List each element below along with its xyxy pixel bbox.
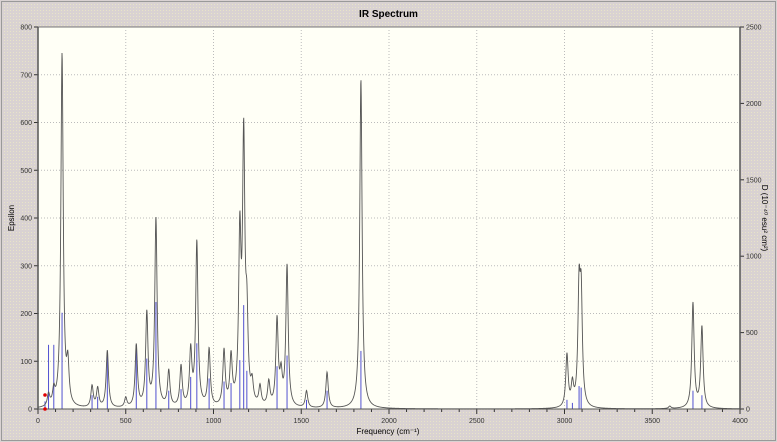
marker-top (43, 393, 47, 397)
y2-tick-label: 2000 (746, 101, 762, 108)
y2-tick-label: 1500 (746, 177, 762, 184)
x-tick-label: 1000 (206, 418, 222, 425)
y2-tick-label: 500 (746, 330, 758, 337)
x-tick-label: 2000 (381, 418, 397, 425)
x-tick-label: 3000 (557, 418, 573, 425)
y2-tick-label: 2500 (746, 25, 762, 32)
y-tick-label: 400 (20, 216, 32, 223)
y2-axis-label: D (10⁻⁴⁰ esu² cm²) (760, 185, 769, 252)
y-tick-label: 300 (20, 263, 32, 270)
y-tick-label: 800 (20, 25, 32, 32)
ir-spectrum-chart: 0 500 1000 1500 2000 2500 3000 3500 400001002003… (7, 25, 769, 437)
x-tick-label: 4000 (732, 418, 748, 425)
x-tick-label: 0 (36, 418, 40, 425)
x-tick-label: 1500 (293, 418, 309, 425)
x-tick-label: 3500 (644, 418, 660, 425)
x-axis-label: Frequency (cm⁻¹) (357, 427, 420, 436)
y-tick-label: 0 (28, 407, 32, 414)
y-tick-label: 100 (20, 359, 32, 366)
y-tick-label: 500 (20, 168, 32, 175)
y-tick-label: 600 (20, 120, 32, 127)
y-tick-label: 200 (20, 311, 32, 318)
y-tick-label: 700 (20, 72, 32, 79)
x-tick-label: 500 (120, 418, 132, 425)
marker-bottom (43, 407, 47, 411)
x-tick-label: 2500 (469, 418, 485, 425)
y2-tick-label: 1000 (746, 254, 762, 261)
y2-tick-label: 0 (746, 407, 750, 414)
y-axis-label: Epsilon (7, 205, 16, 231)
